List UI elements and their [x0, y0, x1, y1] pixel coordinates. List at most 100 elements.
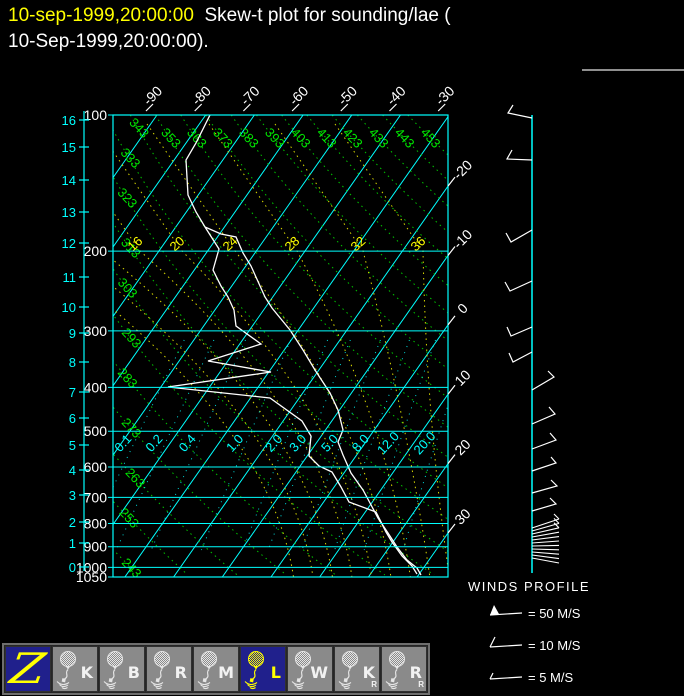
tick-label: 0.2: [142, 431, 165, 454]
isotherm-line: [113, 115, 353, 457]
radiosonde-balloon-icon: [244, 651, 264, 690]
dry-adiabat-line: [113, 128, 448, 489]
isotherm-line: [124, 115, 448, 577]
isotherm-line: [319, 393, 448, 577]
wind-barb: [531, 540, 560, 544]
moist-adiabat-line: [113, 211, 353, 577]
toolbar-button-rr[interactable]: RR: [381, 646, 427, 692]
wind-barb: [531, 544, 560, 547]
tick-label: 12: [62, 236, 76, 251]
tick-label: 2.0: [262, 431, 285, 454]
toolbar-button-w[interactable]: W: [287, 646, 333, 692]
radiosonde-balloon-icon: [338, 651, 358, 690]
toolbar-button-kr[interactable]: KR: [334, 646, 380, 692]
tick-label: 333: [118, 145, 144, 171]
tick-label: 300: [84, 323, 108, 339]
toolbar-button-label: K: [80, 663, 93, 682]
legend-half-barb-symbol: [489, 672, 494, 680]
wind-barb: [504, 280, 533, 292]
wind-barb: [531, 479, 559, 494]
toolbar-button-b[interactable]: B: [99, 646, 145, 692]
wind-barb: [531, 551, 560, 555]
isotherm-line: [270, 323, 448, 577]
isotherm-tick: [447, 246, 456, 256]
tick-label: 14: [62, 173, 76, 188]
moist-adiabat-line: [113, 259, 333, 577]
tick-label: 13: [62, 205, 76, 220]
wind-profile: [504, 104, 560, 573]
toolbar-button-label: W: [310, 663, 328, 682]
plot-grid: [0, 115, 448, 577]
tick-label: 363: [184, 125, 210, 151]
tick-label: 15: [62, 140, 76, 155]
dewpoint-trace: [167, 226, 418, 575]
tick-label: 7: [69, 385, 76, 400]
dry-adiabat-line: [205, 115, 448, 370]
tick-label: 3: [69, 488, 76, 503]
dry-adiabat-line: [306, 115, 448, 260]
tick-label: 1050: [76, 569, 107, 585]
wind-barb: [508, 351, 533, 363]
isotherm-line: [0, 115, 108, 577]
title-line2: 10-Sep-1999,20:00:00).: [8, 31, 209, 52]
tick-label: 323: [115, 185, 141, 211]
tick-label: 9: [69, 326, 76, 341]
height-axis: 161514131211109876543210: [62, 111, 89, 575]
dry-adiabat-line: [113, 406, 287, 576]
skewt-app: { "title": { "timestamp": "10-sep-1999,2…: [0, 0, 684, 696]
tick-label: 8: [69, 355, 76, 370]
toolbar-button-label: B: [127, 663, 140, 682]
toolbar: ZKBRMLWKRRR: [2, 643, 430, 695]
isotherm-line: [0, 115, 60, 577]
tick-label: 800: [84, 516, 108, 532]
tick-label: -60: [286, 83, 312, 109]
dry-adiabat-line: [113, 267, 435, 576]
isotherm-tick: [447, 523, 456, 534]
wind-barb: [507, 104, 533, 119]
wind-barb-tick: [553, 513, 560, 520]
moist-adiabat-line: [334, 123, 448, 572]
toolbar-button-r[interactable]: R: [146, 646, 192, 692]
legend-flag-symbol: [490, 605, 499, 615]
tick-label: 20.0: [410, 429, 438, 458]
dry-adiabat-line: [281, 115, 448, 287]
wind-barb: [506, 149, 533, 161]
isotherm-line: [113, 115, 304, 387]
tick-label: -40: [383, 83, 409, 109]
title-timestamp: 10-sep-1999,20:00:00: [8, 5, 194, 26]
radiosonde-balloon-icon: [56, 651, 76, 690]
toolbar-button-l[interactable]: L: [240, 646, 286, 692]
dry-adiabat-line: [382, 115, 448, 181]
tick-label: 383: [236, 125, 262, 151]
legend-barb-staff: [489, 676, 523, 680]
moist-adiabat-line: [113, 285, 314, 577]
tick-label: 3.0: [286, 431, 309, 454]
isotherm-tick: [447, 315, 456, 326]
toolbar-button-k[interactable]: K: [52, 646, 98, 692]
tick-label: 303: [115, 275, 141, 301]
tick-label: 8.0: [349, 431, 372, 454]
isotherm-line: [0, 115, 11, 577]
toolbar-button-sublabel: R: [371, 680, 377, 689]
tick-label: 5: [69, 438, 76, 453]
tick-label: 600: [84, 459, 108, 475]
toolbar-button-m[interactable]: M: [193, 646, 239, 692]
tick-label: 12.0: [374, 429, 402, 458]
tick-label: 353: [158, 125, 184, 151]
legend-entry-label: = 10 M/S: [528, 638, 581, 653]
tick-label: 200: [84, 243, 108, 259]
tick-label: 0: [69, 560, 76, 575]
wind-barb: [531, 557, 560, 564]
tick-label: 500: [84, 423, 108, 439]
skewt-chart: 243253263273283293303313323333343 353 363 3…: [0, 83, 589, 685]
legend-entry-label: = 5 M/S: [528, 670, 573, 685]
tick-label: 433: [366, 125, 392, 151]
toolbar-button-z[interactable]: Z: [5, 644, 51, 693]
wind-barb: [531, 432, 558, 450]
isotherm-line: [416, 532, 448, 577]
dry-adiabat-line: [113, 221, 448, 552]
adiabat-labels: 243253263273283293303313323333343 353 363 3…: [111, 115, 443, 581]
legend-entry-label: = 50 M/S: [528, 606, 581, 621]
title-text: Skew-t plot for sounding/lae (: [193, 5, 451, 26]
wind-barb: [505, 229, 533, 243]
